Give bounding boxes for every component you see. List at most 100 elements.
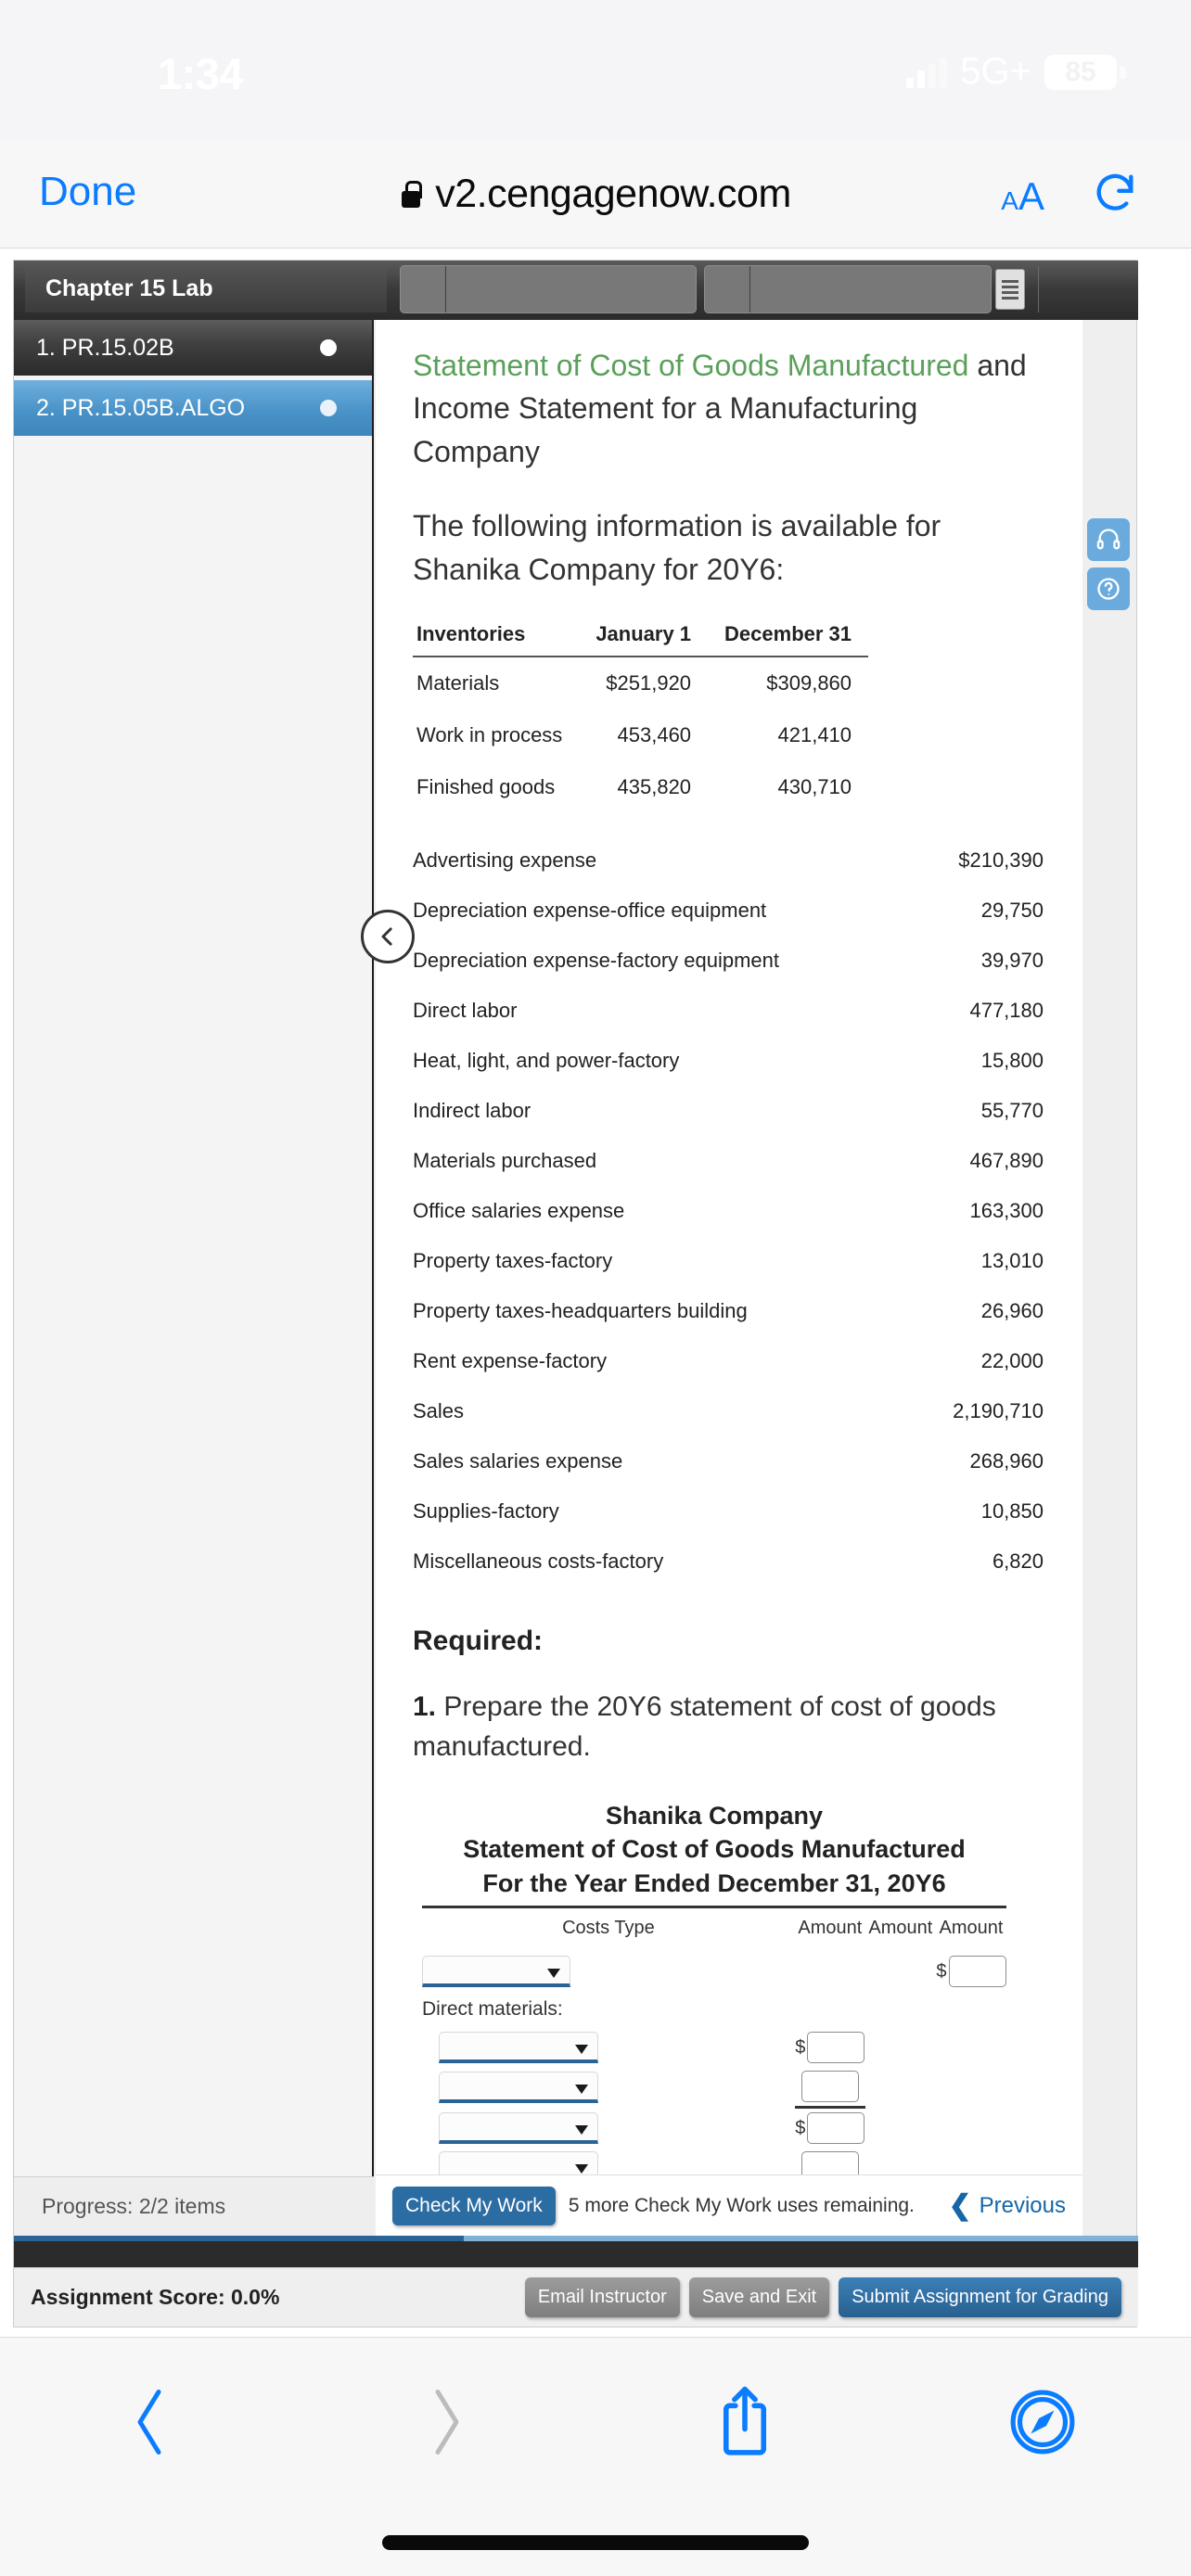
expense-label: Sales salaries expense [413, 1448, 623, 1473]
requirement-1: 1. Prepare the 20Y6 statement of cost of… [413, 1687, 1045, 1767]
submit-assignment-button[interactable]: Submit Assignment for Grading [839, 2277, 1121, 2317]
amount-cell-3 [936, 2108, 1006, 2149]
costs-type-dropdown[interactable] [422, 1956, 570, 1988]
reload-icon[interactable] [1091, 169, 1139, 217]
compass-icon[interactable] [893, 2386, 1191, 2458]
share-icon[interactable] [596, 2382, 893, 2462]
expense-amount: 26,960 [980, 1298, 1044, 1322]
previous-button[interactable]: ❮ Previous [948, 2189, 1066, 2222]
amount-cell-1 [794, 2067, 865, 2110]
amount-cell-1: $ [795, 2108, 865, 2149]
email-instructor-button[interactable]: Email Instructor [524, 2277, 680, 2317]
safari-top-bar: Done v2.cengagenow.com AA [0, 139, 1191, 249]
costs-type-cell [422, 2028, 795, 2067]
statement-row [422, 2067, 1006, 2110]
cengage-app-frame: Chapter 15 Lab 1. PR.15.02B 2. PR.15.05B… [13, 260, 1138, 2327]
table-row: Advertising expense $210,390 [413, 835, 1044, 886]
uses-remaining-text: 5 more Check My Work uses remaining. [568, 2194, 915, 2216]
statement-row: $ [422, 2028, 1006, 2067]
amount-cell-1: $ [795, 2028, 865, 2067]
lock-icon [400, 180, 423, 208]
help-rail [1087, 518, 1130, 617]
table-row: Sales salaries expense 268,960 [413, 1436, 1044, 1486]
amount-input[interactable] [948, 1956, 1006, 1988]
expense-amount: 39,970 [980, 948, 1044, 972]
costs-type-dropdown[interactable] [439, 2111, 598, 2144]
table-row: Materials $251,920 $309,860 [416, 670, 852, 695]
table-row: Depreciation expense-office equipment 29,… [413, 886, 1044, 936]
expense-label: Advertising expense [413, 848, 597, 872]
toolbar-group-two[interactable] [704, 265, 992, 313]
expenses-table: Advertising expense $210,390 Depreciation … [413, 835, 1044, 1587]
assignment-actions: Email Instructor Save and Exit Submit As… [524, 2277, 1121, 2317]
inventories-table: Inventories January 1 December 31 Materi… [413, 621, 869, 813]
expense-amount: 467,890 [969, 1148, 1044, 1172]
table-row: Miscellaneous costs-factory 6,820 [413, 1537, 1044, 1587]
amount-cell-1 [795, 1991, 865, 2028]
expense-label: Indirect labor [413, 1098, 531, 1122]
toolbar-group-one[interactable] [400, 265, 697, 313]
check-my-work-button[interactable]: Check My Work [392, 2186, 556, 2225]
table-header-row: Inventories January 1 December 31 [413, 621, 869, 657]
signal-bars-icon [906, 57, 948, 88]
nav-item-status-dot [320, 400, 337, 416]
question-title: Statement of Cost of Goods Manufactured … [413, 344, 1045, 473]
table-row: Materials purchased 467,890 [413, 1136, 1044, 1186]
web-content-area: Chapter 15 Lab 1. PR.15.02B 2. PR.15.05B… [0, 249, 1191, 2337]
nav-item-pr-15-02b[interactable]: 1. PR.15.02B [14, 320, 372, 376]
expense-amount: 268,960 [969, 1448, 1044, 1473]
toolbar-divider [1038, 266, 1039, 312]
battery-percent: 85 [1065, 56, 1096, 87]
browser-forward-button[interactable] [298, 2382, 596, 2462]
expense-label: Supplies-factory [413, 1498, 559, 1523]
status-time: 1:34 [158, 49, 244, 98]
costs-type-dropdown[interactable] [439, 2072, 598, 2104]
collapse-nav-button[interactable] [361, 910, 415, 963]
text-size-small-a: A [1001, 186, 1018, 215]
browser-back-button[interactable] [0, 2382, 298, 2462]
amount-input[interactable] [807, 2032, 865, 2064]
costs-type-cell [422, 2067, 795, 2108]
amount-cell-3 [936, 1991, 1006, 2028]
assignment-score-label: Assignment Score: 0.0% [31, 2285, 280, 2309]
check-my-work-bar: Check My Work 5 more Check My Work uses … [376, 2174, 1082, 2236]
expense-amount: 15,800 [980, 1048, 1044, 1072]
amount-cell-1 [795, 1952, 865, 1991]
dollar-sign: $ [936, 1960, 947, 1982]
costs-type-cell [422, 2108, 795, 2149]
document-icon[interactable] [995, 269, 1025, 310]
network-label: 5G+ [960, 51, 1031, 92]
text-size-button[interactable]: AA [1001, 174, 1044, 219]
nav-item-label: 1. PR.15.02B [36, 334, 174, 361]
expense-label: Heat, light, and power-factory [413, 1048, 680, 1072]
nav-item-label: 2. PR.15.05B.ALGO [36, 394, 246, 421]
question-mark-icon[interactable] [1087, 567, 1130, 610]
expense-label: Property taxes-factory [413, 1248, 613, 1272]
statement-header-row: Costs Type Amount Amount Amount [422, 1908, 1006, 1952]
expense-amount: 22,000 [980, 1348, 1044, 1372]
col-amount-2: Amount [868, 1918, 933, 1939]
expense-label: Materials purchased [413, 1148, 597, 1172]
statement-company: Shanika Company [605, 1801, 824, 1830]
expense-amount: 6,820 [992, 1549, 1044, 1573]
amount-input[interactable] [800, 2071, 859, 2103]
assignment-score-bar: Assignment Score: 0.0% Email Instructor … [14, 2267, 1138, 2327]
ios-status-bar: 1:34 5G+ 85 [0, 0, 1191, 139]
amount-input[interactable] [807, 2112, 865, 2145]
costs-type-dropdown[interactable] [439, 2032, 598, 2064]
save-and-exit-button[interactable]: Save and Exit [688, 2277, 830, 2317]
app-toolbar: Chapter 15 Lab [14, 261, 1138, 320]
headset-icon[interactable] [1087, 518, 1130, 561]
expense-label: Depreciation expense-factory equipment [413, 948, 780, 972]
expense-label: Depreciation expense-office equipment [413, 898, 767, 922]
assignment-tab-title[interactable]: Chapter 15 Lab [25, 264, 387, 312]
home-indicator [382, 2535, 809, 2550]
amount-cell-2 [865, 2067, 936, 2108]
required-heading: Required: [413, 1625, 544, 1656]
progress-label: Progress: 2/2 items [14, 2176, 374, 2236]
previous-label: Previous [979, 2192, 1066, 2218]
nav-item-pr-15-05b-algo[interactable]: 2. PR.15.05B.ALGO [14, 380, 372, 436]
expense-amount: $210,390 [958, 848, 1044, 872]
expense-amount: 55,770 [980, 1098, 1044, 1122]
table-row: Supplies-factory 10,850 [413, 1486, 1044, 1537]
